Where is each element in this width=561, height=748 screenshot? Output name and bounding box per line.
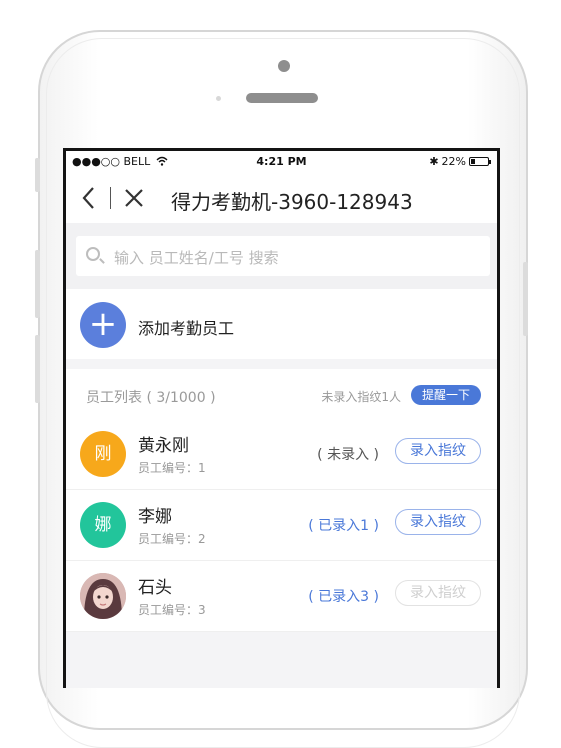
proximity-sensor <box>216 96 221 101</box>
battery-percent: 22% <box>441 155 466 168</box>
add-employee-label: 添加考勤员工 <box>138 319 235 338</box>
avatar <box>80 573 126 619</box>
nav-bar: 得力考勤机-3960-128943 <box>66 173 497 223</box>
employee-row[interactable]: 刚 黄永刚 员工编号：1 ( 未录入 ) 录入指纹 <box>66 419 497 490</box>
status-right: ✱ 22% <box>429 155 491 168</box>
back-icon[interactable] <box>78 185 100 211</box>
avatar: 刚 <box>80 431 126 477</box>
employee-name: 李娜 <box>138 507 172 527</box>
employee-name: 石头 <box>138 578 172 598</box>
bluetooth-icon: ✱ <box>429 155 439 168</box>
plus-icon[interactable]: + <box>80 302 126 348</box>
page-title: 得力考勤机-3960-128943 <box>171 190 413 214</box>
nav-divider <box>110 187 111 209</box>
unrecorded-count: 未录入指纹1人 <box>321 390 401 404</box>
volume-down-button <box>35 335 40 403</box>
remind-button[interactable]: 提醒一下 <box>411 385 481 405</box>
battery-icon <box>469 157 491 166</box>
portrait-icon <box>80 573 126 619</box>
search-icon <box>86 247 100 261</box>
mute-switch <box>35 158 40 192</box>
front-camera <box>278 60 290 72</box>
employee-name: 黄永刚 <box>138 436 189 456</box>
enroll-fingerprint-button[interactable]: 录入指纹 <box>395 580 481 606</box>
fingerprint-status: ( 未录入 ) <box>317 447 379 463</box>
employee-row[interactable]: 娜 李娜 员工编号：2 ( 已录入1 ) 录入指纹 <box>66 490 497 561</box>
employee-list-header: 员工列表 ( 3/1000 ) 未录入指纹1人 提醒一下 <box>66 369 497 420</box>
status-bar: ●●●○○ BELL 4:21 PM ✱ 22% <box>66 151 497 173</box>
employee-number: 员工编号：3 <box>138 603 206 617</box>
enroll-fingerprint-button[interactable]: 录入指纹 <box>395 438 481 464</box>
close-icon[interactable] <box>123 187 145 209</box>
enroll-fingerprint-button[interactable]: 录入指纹 <box>395 509 481 535</box>
search-section: 输入 员工姓名/工号 搜索 <box>66 223 497 289</box>
search-placeholder: 输入 员工姓名/工号 搜索 <box>114 249 279 267</box>
fingerprint-status: ( 已录入1 ) <box>308 518 379 534</box>
employee-row[interactable]: 石头 员工编号：3 ( 已录入3 ) 录入指纹 <box>66 561 497 632</box>
volume-up-button <box>35 250 40 318</box>
power-button <box>523 262 528 336</box>
search-input[interactable]: 输入 员工姓名/工号 搜索 <box>76 236 490 276</box>
fingerprint-status: ( 已录入3 ) <box>308 589 379 605</box>
avatar: 娜 <box>80 502 126 548</box>
add-employee-row[interactable]: + 添加考勤员工 <box>66 289 497 359</box>
employee-list-title: 员工列表 ( 3/1000 ) <box>86 390 216 406</box>
employee-number: 员工编号：1 <box>138 461 206 475</box>
earpiece-speaker <box>246 93 318 103</box>
app-screen: ●●●○○ BELL 4:21 PM ✱ 22% 得力考勤机-3960-1289… <box>63 148 500 688</box>
employee-list: 刚 黄永刚 员工编号：1 ( 未录入 ) 录入指纹 娜 李娜 员工编号：2 ( … <box>66 419 497 632</box>
battery-fill <box>471 159 475 164</box>
employee-number: 员工编号：2 <box>138 532 206 546</box>
